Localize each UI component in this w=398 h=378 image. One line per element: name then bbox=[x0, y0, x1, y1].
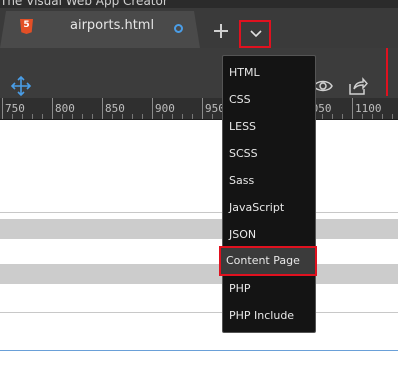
html5-icon: 5 bbox=[20, 19, 33, 34]
menu-item-php-include[interactable]: PHP Include bbox=[223, 304, 315, 330]
unsaved-dot-icon[interactable] bbox=[174, 24, 183, 33]
eye-icon[interactable] bbox=[313, 78, 333, 94]
canvas-guide-line bbox=[0, 350, 398, 351]
new-file-menu: HTML CSS LESS SCSS Sass JavaScript JSON … bbox=[219, 55, 317, 333]
table-row-band bbox=[0, 219, 398, 239]
table-row-band bbox=[0, 264, 398, 284]
menu-item-php[interactable]: PHP bbox=[223, 277, 315, 303]
share-icon[interactable] bbox=[346, 76, 368, 96]
new-file-menu-button[interactable] bbox=[239, 20, 271, 48]
menu-item-html[interactable]: HTML bbox=[223, 61, 315, 87]
move-icon[interactable] bbox=[10, 75, 32, 97]
highlight-edge bbox=[380, 48, 398, 98]
menu-item-scss[interactable]: SCSS bbox=[223, 142, 315, 168]
menu-item-sass[interactable]: Sass bbox=[223, 169, 315, 195]
app-title: The Visual Web App Creator bbox=[0, 0, 168, 8]
ruler-label: 1100 bbox=[355, 102, 382, 115]
horizontal-ruler: 750 800 850 900 950 1000 1050 1100 bbox=[0, 98, 398, 120]
toolbar bbox=[0, 48, 398, 98]
design-canvas[interactable] bbox=[0, 121, 398, 378]
chevron-down-icon bbox=[250, 30, 262, 38]
app-titlebar: The Visual Web App Creator bbox=[0, 0, 398, 8]
tab-label[interactable]: airports.html bbox=[70, 18, 154, 33]
menu-item-less[interactable]: LESS bbox=[223, 115, 315, 141]
menu-item-css[interactable]: CSS bbox=[223, 88, 315, 114]
canvas-divider bbox=[0, 212, 398, 213]
menu-item-content-page[interactable]: Content Page bbox=[219, 246, 317, 276]
new-tab-button[interactable] bbox=[210, 20, 232, 42]
tab-bar: 5 airports.html bbox=[0, 8, 398, 48]
canvas-divider bbox=[0, 312, 398, 313]
menu-item-javascript[interactable]: JavaScript bbox=[223, 196, 315, 222]
